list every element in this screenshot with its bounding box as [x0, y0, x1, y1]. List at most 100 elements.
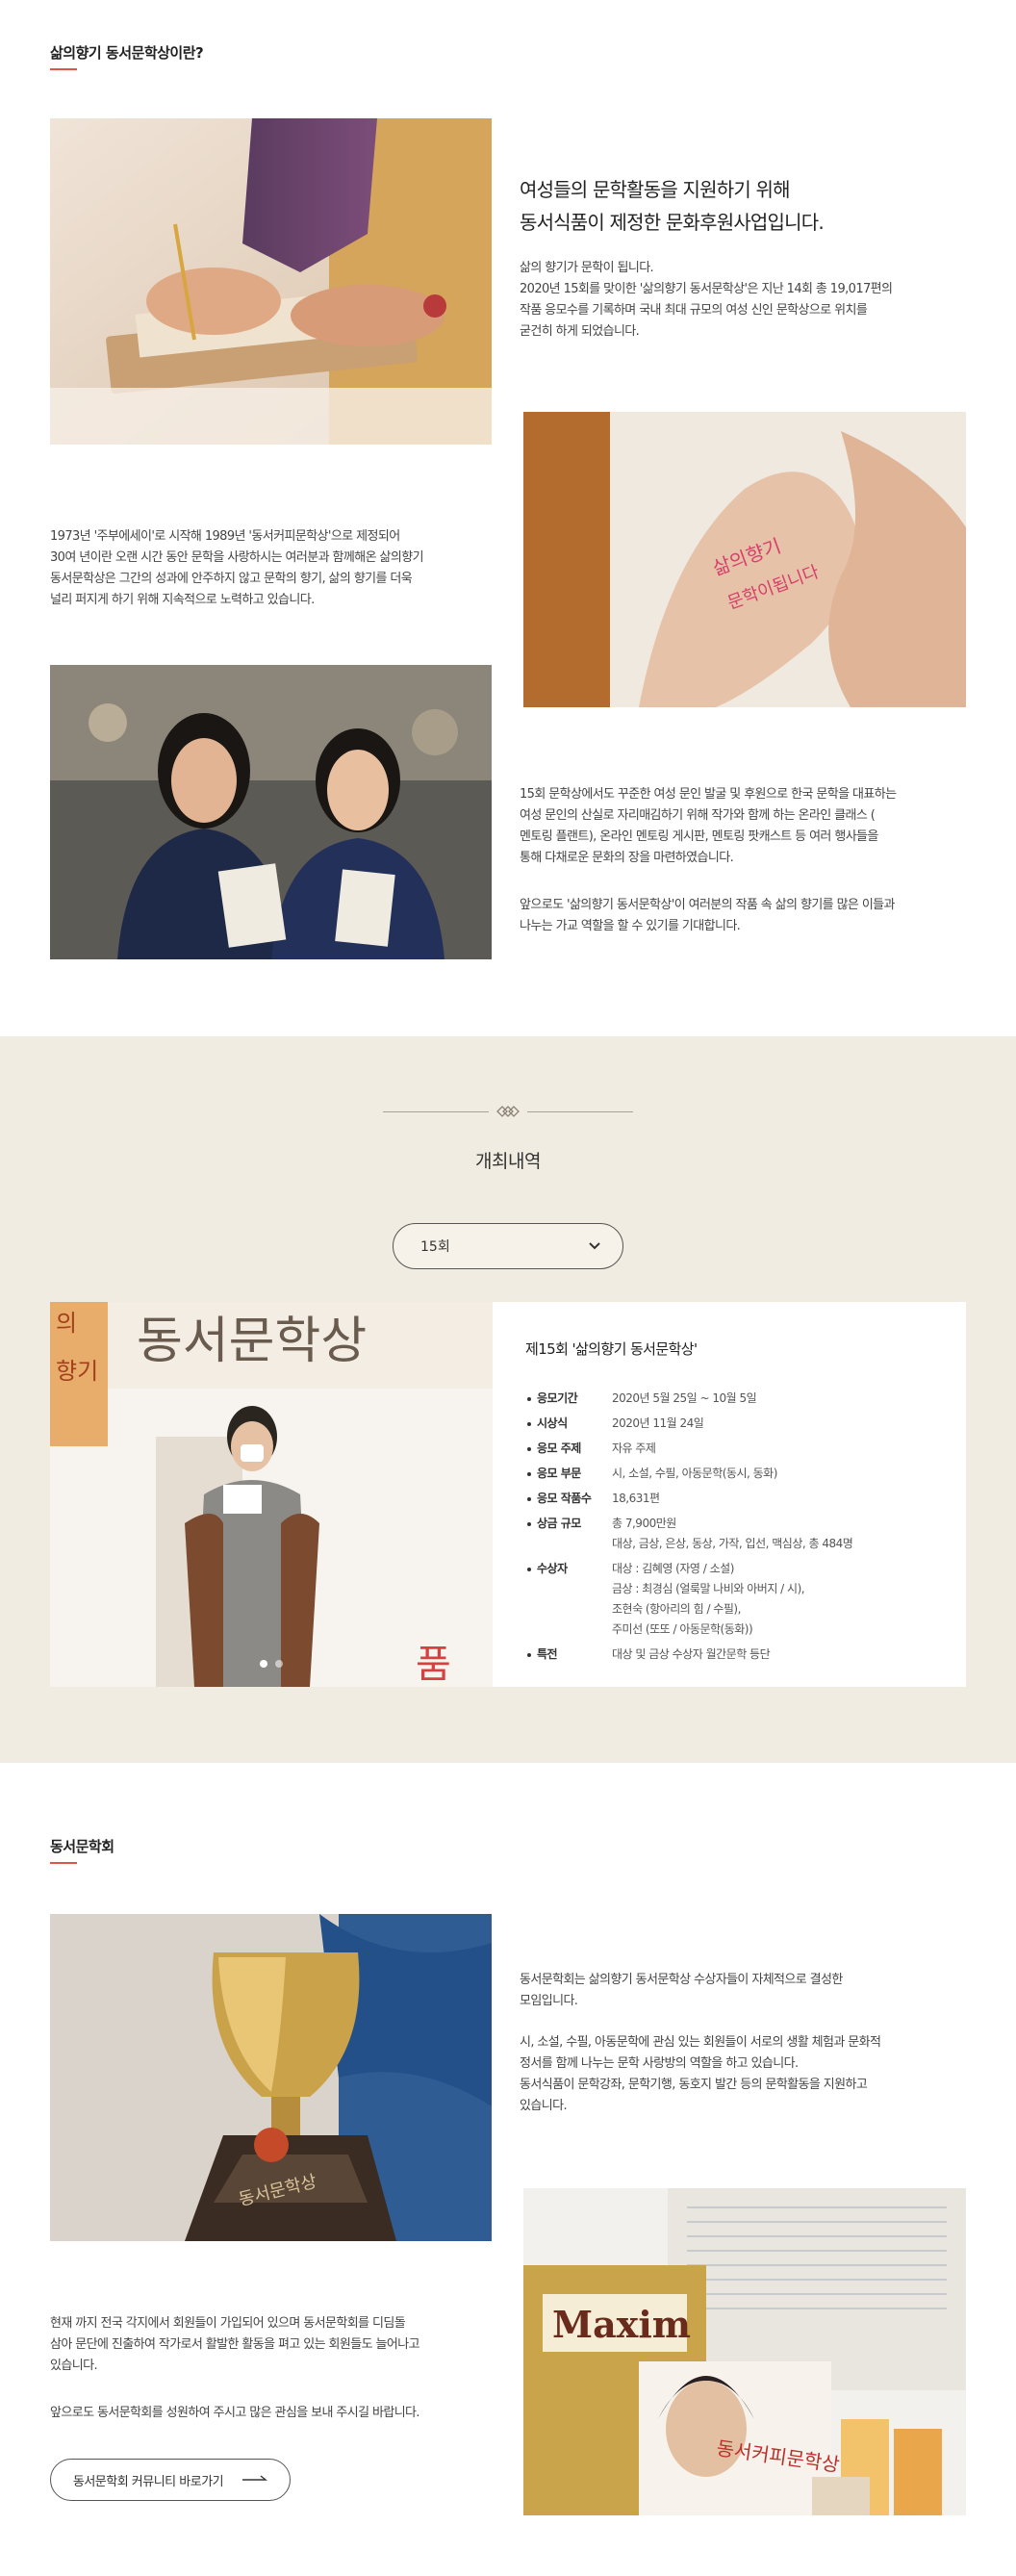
- photo-two-women: [50, 665, 492, 959]
- para-line: 작품 응모수를 기록하며 국내 최대 규모의 여성 신인 문학상으로 위치를: [520, 303, 868, 318]
- para-line: 시, 소설, 수필, 아동문학에 관심 있는 회원들이 서로의 생활 체험과 문…: [520, 2035, 881, 2050]
- info-row: 응모 주제 자유 주제: [525, 1439, 939, 1459]
- info-value: 시, 소설, 수필, 아동문학(동시, 동화): [612, 1464, 939, 1484]
- para-line: 굳건히 하게 되었습니다.: [520, 324, 640, 339]
- value-line: 18,631편: [612, 1492, 660, 1505]
- community-link-label: 동서문학회 커뮤니티 바로가기: [72, 2474, 224, 2489]
- chevron-down-icon: [589, 1242, 600, 1250]
- edition-select[interactable]: 15회: [393, 1223, 623, 1269]
- para-line: 널리 퍼지게 하기 위해 지속적으로 노력하고 있습니다.: [50, 593, 315, 607]
- value-line: 대상, 금상, 은상, 동상, 가작, 입선, 맥심상, 총 484명: [612, 1537, 853, 1550]
- para-history: 1973년 '주부에세이'로 시작해 1989년 '동서커피문학상'으로 제정되…: [50, 526, 424, 611]
- info-row: 응모 작품수 18,631편: [525, 1489, 939, 1509]
- para-line: 여성 문인의 산실로 자리매김하기 위해 작가와 함께 하는 온라인 클래스 (: [520, 808, 876, 823]
- para-society-intro: 동서문학회는 삶의향기 동서문학상 수상자들이 자체적으로 결성한 모임입니다.: [520, 1970, 843, 2012]
- diamond-ornament-icon: [496, 1106, 520, 1117]
- para-society-members: 현재 까지 전국 각지에서 회원들이 가입되어 있으며 동서문학회를 디딤돌 삼…: [50, 2313, 420, 2377]
- para-line: 현재 까지 전국 각지에서 회원들이 가입되어 있으며 동서문학회를 디딤돌: [50, 2316, 406, 2331]
- ceremony-photo-slider: 의 향기 동서문학상 품: [50, 1302, 493, 1687]
- para-line: 삼아 문단에 진출하여 작가로서 활발한 활동을 펴고 있는 회원들도 늘어나고: [50, 2337, 420, 2352]
- info-value: 자유 주제: [612, 1439, 939, 1459]
- history-title: 개최내역: [475, 1151, 541, 1172]
- headline-line: 여성들의 문학활동을 지원하기 위해: [520, 178, 790, 201]
- banner-title-text: 동서문학상: [137, 1313, 367, 1370]
- info-value: 2020년 11월 24일: [612, 1414, 939, 1434]
- slider-dot[interactable]: [275, 1660, 283, 1668]
- value-line: 자유 주제: [612, 1441, 656, 1455]
- para-line: 앞으로도 '삶의향기 동서문학상'이 여러분의 작품 속 삶의 향기를 많은 이…: [520, 898, 896, 912]
- info-label: 시상식: [525, 1414, 612, 1434]
- info-label: 응모기간: [525, 1389, 612, 1409]
- slider-dots: [260, 1660, 283, 1668]
- value-line: 주미선 (또또 / 아동문학(동화)): [612, 1622, 753, 1636]
- para-future: 앞으로도 '삶의향기 동서문학상'이 여러분의 작품 속 삶의 향기를 많은 이…: [520, 895, 896, 937]
- para-line: 삶의 향기가 문학이 됩니다.: [520, 261, 654, 275]
- info-label: 응모 부문: [525, 1464, 612, 1484]
- para-line: 정서를 함께 나누는 문학 사랑방의 역할을 하고 있습니다.: [520, 2056, 799, 2071]
- para-line: 있습니다.: [50, 2359, 98, 2373]
- value-line: 2020년 11월 24일: [612, 1416, 704, 1430]
- info-value: 2020년 5월 25일 ~ 10월 5일: [612, 1389, 939, 1409]
- info-label: 수상자: [525, 1559, 612, 1640]
- para-program: 15회 문학상에서도 꾸준한 여성 문인 발굴 및 후원으로 한국 문학을 대표…: [520, 784, 897, 869]
- para-line: 2020년 15회를 맞이한 '삶의향기 동서문학상'은 지난 14회 총 19…: [520, 282, 893, 296]
- product-brand-text: Maxim: [552, 2303, 691, 2346]
- banner-corner-text: 품: [416, 1643, 451, 1687]
- info-label: 응모 주제: [525, 1439, 612, 1459]
- info-row: 응모 부문 시, 소설, 수필, 아동문학(동시, 동화): [525, 1464, 939, 1484]
- photo-trophy: 동서문학상: [50, 1914, 492, 2241]
- para-line: 동서문학회는 삶의향기 동서문학상 수상자들이 자체적으로 결성한: [520, 1973, 843, 1987]
- para-line: 앞으로도 동서문학회를 성원하여 주시고 많은 관심을 보내 주시길 바랍니다.: [50, 2406, 420, 2420]
- value-line: 시, 소설, 수필, 아동문학(동시, 동화): [612, 1467, 777, 1480]
- value-line: 대상 : 김혜영 (자영 / 소설): [612, 1562, 734, 1575]
- section-title-underline: [50, 1862, 77, 1864]
- info-label: 상금 규모: [525, 1514, 612, 1554]
- photo-writing-hand: [50, 118, 492, 445]
- info-value: 대상 : 김혜영 (자영 / 소설) 금상 : 최경심 (얼룩말 나비와 아버지…: [612, 1559, 939, 1640]
- para-intro: 삶의 향기가 문학이 됩니다. 2020년 15회를 맞이한 '삶의향기 동서문…: [520, 258, 893, 343]
- edition-card: 의 향기 동서문학상 품 제15회 '삶의향기 동서문학상' 응모기간 2020…: [50, 1302, 966, 1687]
- info-value: 대상 및 금상 수상자 월간문학 등단: [612, 1645, 939, 1665]
- slider-dot[interactable]: [260, 1660, 267, 1668]
- value-line: 대상 및 금상 수상자 월간문학 등단: [612, 1647, 771, 1661]
- section1-headline: 여성들의 문학활동을 지원하기 위해 동서식품이 제정한 문화후원사업입니다.: [520, 173, 825, 239]
- info-value: 총 7,900만원 대상, 금상, 은상, 동상, 가작, 입선, 맥심상, 총…: [612, 1514, 939, 1554]
- value-line: 총 7,900만원: [612, 1517, 676, 1530]
- info-row: 상금 규모 총 7,900만원 대상, 금상, 은상, 동상, 가작, 입선, …: [525, 1514, 939, 1554]
- deco-line-left: [383, 1111, 489, 1112]
- para-society-closing: 앞으로도 동서문학회를 성원하여 주시고 많은 관심을 보내 주시길 바랍니다.: [50, 2403, 420, 2424]
- edition-select-value: 15회: [420, 1239, 450, 1255]
- edition-info-list: 응모기간 2020년 5월 25일 ~ 10월 5일 시상식 2020년 11월…: [525, 1389, 939, 1670]
- info-row: 특전 대상 및 금상 수상자 월간문학 등단: [525, 1645, 939, 1665]
- section-title-underline: [50, 68, 77, 70]
- banner-side-text: 의: [56, 1310, 77, 1337]
- para-line: 모임입니다.: [520, 1994, 578, 2008]
- para-line: 15회 문학상에서도 꾸준한 여성 문인 발굴 및 후원으로 한국 문학을 대표…: [520, 787, 897, 802]
- para-line: 멘토링 플랜트), 온라인 멘토링 게시판, 멘토링 팟캐스트 등 여러 행사들…: [520, 829, 878, 844]
- para-line: 30여 년이란 오랜 시간 동안 문학을 사랑하시는 여러분과 함께해온 삶의향…: [50, 550, 424, 565]
- para-line: 1973년 '주부에세이'로 시작해 1989년 '동서커피문학상'으로 제정되…: [50, 529, 400, 544]
- banner-side-text: 향기: [56, 1358, 98, 1385]
- info-label: 응모 작품수: [525, 1489, 612, 1509]
- edition-title: 제15회 '삶의향기 동서문학상': [525, 1340, 698, 1358]
- para-line: 나누는 가교 역할을 할 수 있기를 기대합니다.: [520, 919, 741, 933]
- para-line: 있습니다.: [520, 2099, 568, 2113]
- info-row: 응모기간 2020년 5월 25일 ~ 10월 5일: [525, 1389, 939, 1409]
- value-line: 금상 : 최경심 (얼룩말 나비와 아버지 / 시),: [612, 1582, 805, 1595]
- info-value: 18,631편: [612, 1489, 939, 1509]
- para-society-activity: 시, 소설, 수필, 아동문학에 관심 있는 회원들이 서로의 생활 체험과 문…: [520, 2032, 881, 2117]
- photo-heart-hands: 삶의향기 문학이됩니다: [523, 412, 966, 707]
- info-row: 수상자 대상 : 김혜영 (자영 / 소설) 금상 : 최경심 (얼룩말 나비와…: [525, 1559, 939, 1640]
- para-line: 동서문학상은 그간의 성과에 안주하지 않고 문학의 향기, 삶의 향기를 더욱: [50, 572, 413, 586]
- community-link-button[interactable]: 동서문학회 커뮤니티 바로가기: [50, 2459, 291, 2501]
- headline-line: 동서식품이 제정한 문화후원사업입니다.: [520, 211, 825, 234]
- info-label: 특전: [525, 1645, 612, 1665]
- section-title-about: 삶의향기 동서문학상이란?: [50, 44, 204, 62]
- info-row: 시상식 2020년 11월 24일: [525, 1414, 939, 1434]
- deco-line-right: [527, 1111, 633, 1112]
- value-line: 2020년 5월 25일 ~ 10월 5일: [612, 1391, 757, 1405]
- para-line: 동서식품이 문학강좌, 문학기행, 동호지 발간 등의 문학활동을 지원하고: [520, 2078, 868, 2092]
- para-line: 통해 다채로운 문화의 장을 마련하였습니다.: [520, 851, 734, 865]
- section-title-society: 동서문학회: [50, 1838, 114, 1855]
- photo-maxim-products: Maxim 동서커피문학상: [523, 2188, 966, 2515]
